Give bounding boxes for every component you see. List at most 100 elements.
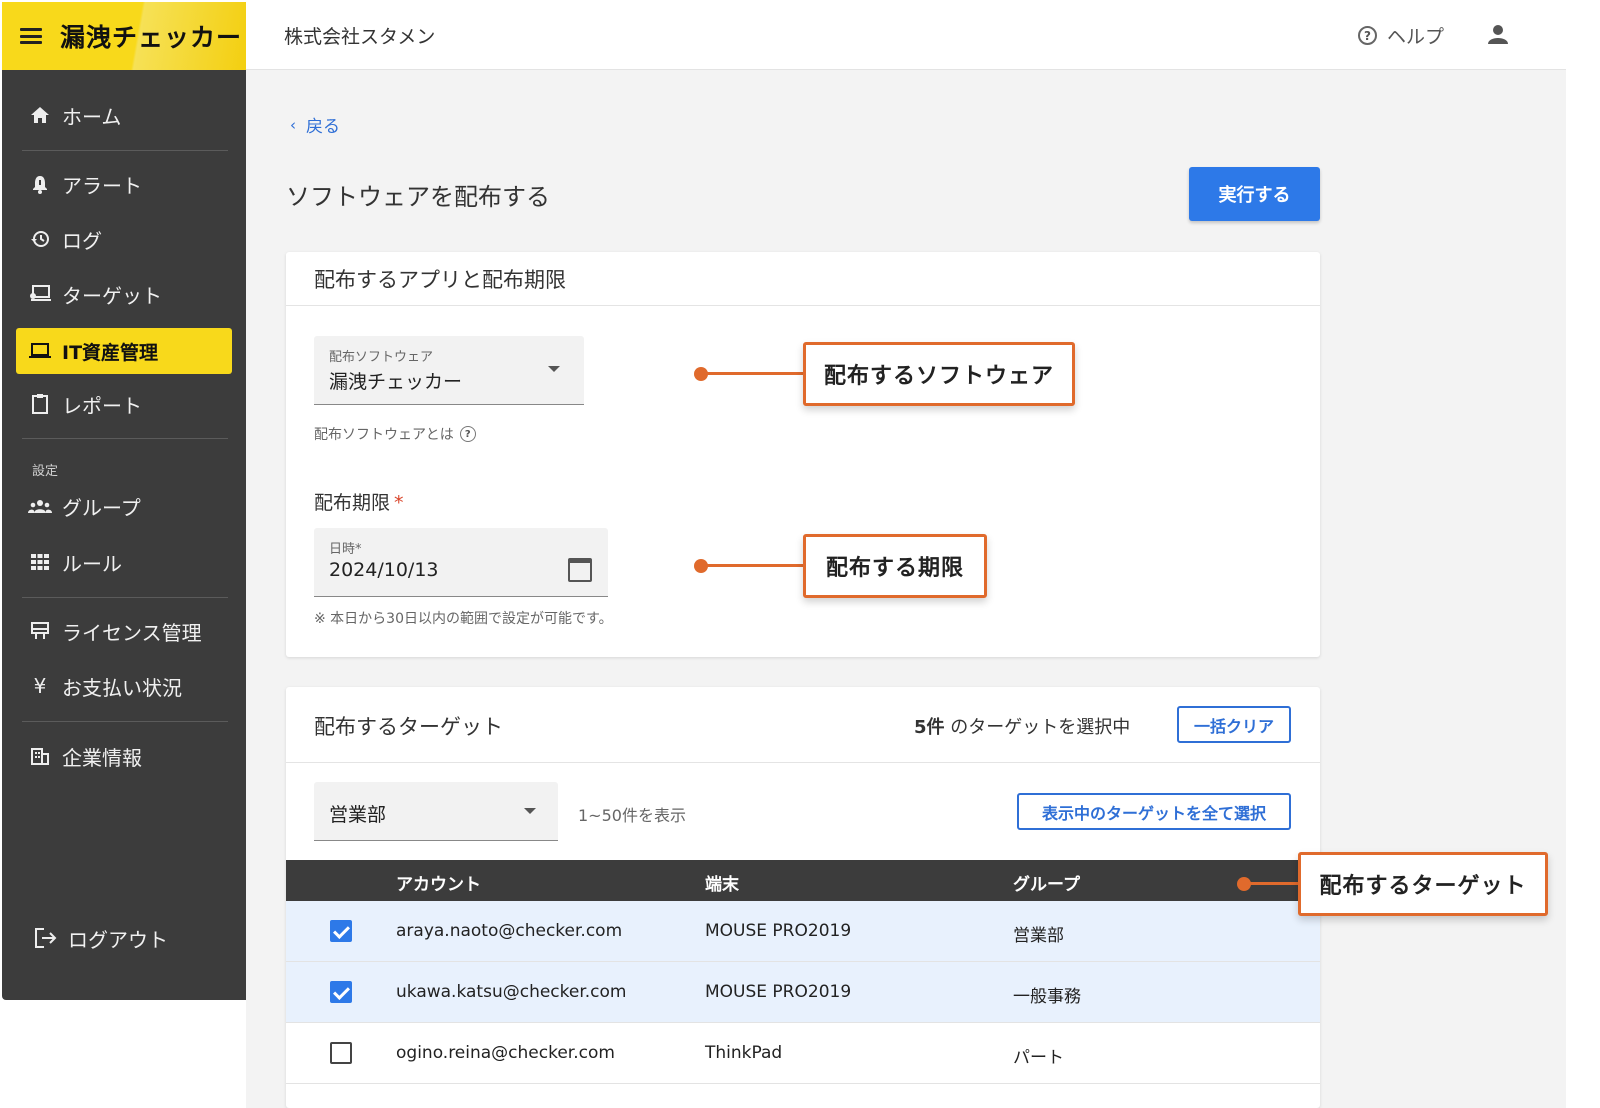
period-label-text: 配布期限 [314, 492, 391, 514]
date-field-label: 日時* [329, 542, 362, 557]
clipboard-icon [28, 392, 52, 416]
cell-group: パート [1013, 1048, 1064, 1068]
section-settings-label: 設定 [32, 464, 59, 479]
home-icon [28, 103, 52, 127]
column-header-group[interactable]: グループ [1013, 870, 1080, 895]
group-icon [28, 494, 52, 518]
question-circle-icon: ? [459, 426, 476, 442]
column-header-account[interactable]: アカウント [396, 870, 481, 895]
cell-device: ThinkPad [705, 1043, 783, 1063]
sidebar-item-label: ライセンス管理 [62, 620, 202, 645]
sidebar-item-license[interactable]: ライセンス管理 [16, 608, 232, 654]
sidebar-item-home[interactable]: ホーム [16, 92, 232, 138]
callout-leader [704, 372, 806, 375]
card-title: 配布するアプリと配布期限 [286, 252, 1320, 306]
user-account-icon[interactable] [1486, 22, 1510, 50]
chevron-down-icon [548, 366, 560, 372]
cell-device: MOUSE PRO2019 [705, 982, 852, 1002]
select-all-visible-button[interactable]: 表示中のターゲットを全て選択 [1017, 793, 1291, 830]
cell-account: ogino.reina@checker.com [396, 1043, 615, 1063]
sidebar-item-label: ルール [62, 551, 122, 576]
company-name: 株式会社スタメン [284, 26, 436, 48]
brand-header: 漏洩チェッカー [2, 2, 246, 70]
calendar-icon[interactable] [568, 558, 592, 582]
bell-icon [28, 172, 52, 196]
grid-icon [28, 550, 52, 574]
date-field-value: 2024/10/13 [329, 559, 439, 581]
software-select-value: 漏洩チェッカー [329, 371, 463, 393]
column-header-device[interactable]: 端末 [705, 870, 739, 895]
chevron-down-icon [524, 808, 536, 814]
cell-account: araya.naoto@checker.com [396, 921, 623, 941]
divider [22, 150, 228, 151]
computer-user-icon [28, 282, 52, 306]
divider [22, 438, 228, 439]
callout-leader [1247, 882, 1301, 885]
back-label: 戻る [306, 117, 340, 137]
logout-button[interactable]: ログアウト [22, 915, 238, 961]
divider [22, 597, 228, 598]
software-select[interactable]: 配布ソフトウェア 漏洩チェッカー [314, 336, 584, 405]
sidebar-item-label: 企業情報 [62, 745, 142, 770]
laptop-icon [28, 339, 52, 363]
row-checkbox[interactable] [330, 1042, 352, 1064]
software-help-label: 配布ソフトウェアとは [314, 427, 454, 443]
sidebar-item-company[interactable]: 企業情報 [16, 733, 232, 779]
top-bar: 株式会社スタメン ? ヘルプ [246, 2, 1566, 70]
sidebar-item-alert[interactable]: アラート [16, 161, 232, 207]
cell-group: 一般事務 [1013, 987, 1081, 1007]
sidebar-item-label: アラート [62, 173, 142, 198]
cell-device: MOUSE PRO2019 [705, 921, 852, 941]
logout-label: ログアウト [68, 927, 168, 952]
callout-period: 配布する期限 [803, 534, 987, 598]
help-link[interactable]: ? ヘルプ [1358, 22, 1444, 49]
sidebar-item-target[interactable]: ターゲット [16, 271, 232, 317]
software-help-link[interactable]: 配布ソフトウェアとは ? [314, 424, 476, 444]
sidebar-item-label: IT資産管理 [62, 341, 159, 364]
yen-icon: ¥ [33, 674, 47, 698]
callout-software: 配布するソフトウェア [803, 342, 1075, 406]
selected-count-text: 5件 のターゲットを選択中 [914, 713, 1130, 739]
target-card-header: 配布するターゲット 5件 のターゲットを選択中 一括クリア [286, 687, 1320, 763]
sidebar-item-rule[interactable]: ルール [16, 539, 232, 585]
row-checkbox[interactable] [330, 920, 352, 942]
sidebar-item-label: レポート [62, 393, 142, 418]
target-card: 配布するターゲット 5件 のターゲットを選択中 一括クリア 営業部 1~50件を… [286, 687, 1320, 1108]
divider [22, 721, 228, 722]
sidebar-item-group[interactable]: グループ [16, 483, 232, 529]
table-row[interactable]: ukawa.katsu@checker.com MOUSE PRO2019 一般… [286, 962, 1320, 1023]
date-field[interactable]: 日時* 2024/10/13 [314, 528, 608, 597]
logout-icon [34, 926, 58, 950]
group-filter-select[interactable]: 営業部 [314, 782, 558, 841]
sidebar-item-label: グループ [62, 495, 141, 520]
clear-all-button[interactable]: 一括クリア [1177, 706, 1291, 743]
table-header: アカウント 端末 グループ [286, 860, 1320, 901]
required-mark: * [394, 492, 404, 514]
group-filter-value: 営業部 [329, 804, 387, 826]
sidebar-item-it-assets[interactable]: IT資産管理 [16, 328, 232, 374]
chevron-left-icon: ‹ [290, 115, 296, 134]
brand-title: 漏洩チェッカー [60, 23, 243, 52]
sidebar-item-report[interactable]: レポート [16, 381, 232, 427]
table-row[interactable]: ogino.reina@checker.com ThinkPad パート [286, 1023, 1320, 1084]
callout-target: 配布するターゲット [1298, 852, 1548, 916]
sidebar-item-label: お支払い状況 [62, 675, 182, 700]
sidebar-item-label: ターゲット [62, 283, 162, 308]
run-button[interactable]: 実行する [1189, 167, 1320, 221]
cell-account: ukawa.katsu@checker.com [396, 982, 627, 1002]
row-checkbox[interactable] [330, 981, 352, 1003]
selected-count: 5件 [914, 717, 945, 738]
help-label: ヘルプ [1387, 26, 1445, 48]
menu-icon[interactable] [20, 28, 42, 44]
period-label: 配布期限 * [314, 488, 404, 515]
range-text: 1~50件を表示 [578, 806, 686, 825]
table-row[interactable]: araya.naoto@checker.com MOUSE PRO2019 営業… [286, 901, 1320, 962]
software-select-label: 配布ソフトウェア [329, 350, 434, 365]
back-link[interactable]: ‹ 戻る [290, 112, 340, 138]
selected-count-suffix: のターゲットを選択中 [944, 717, 1131, 738]
date-note: ※ 本日から30日以内の範囲で設定が可能です。 [314, 611, 613, 627]
callout-leader [704, 564, 806, 567]
sidebar-item-payment[interactable]: ¥ お支払い状況 [16, 663, 232, 709]
sidebar-item-log[interactable]: ログ [16, 216, 232, 262]
sidebar-item-label: ログ [62, 228, 102, 253]
